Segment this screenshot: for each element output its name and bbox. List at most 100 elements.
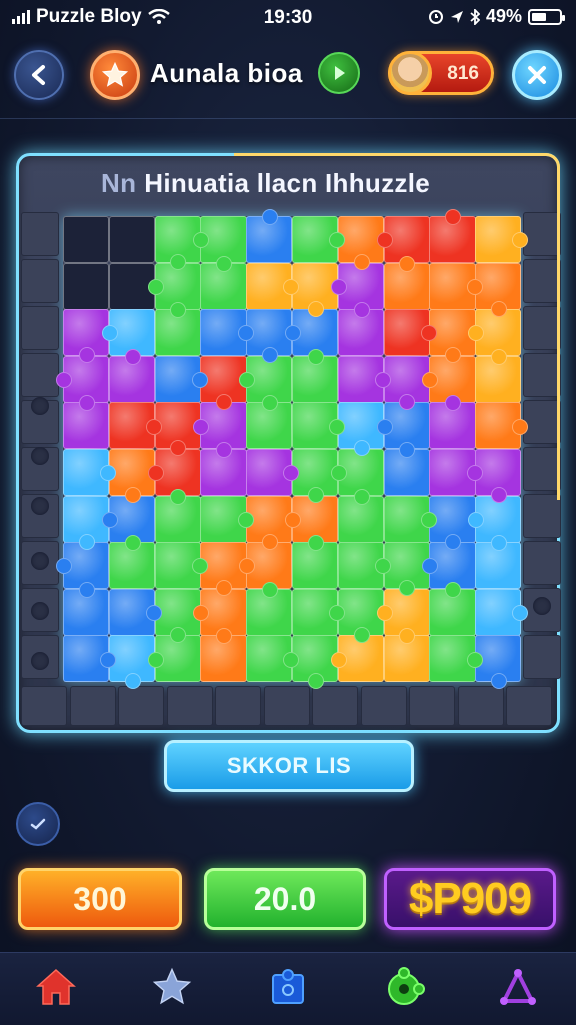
piece-tab bbox=[262, 581, 279, 598]
puzzle-piece[interactable] bbox=[108, 535, 156, 590]
puzzle-piece[interactable] bbox=[292, 348, 339, 403]
puzzle-piece[interactable] bbox=[475, 348, 522, 403]
puzzle-piece[interactable] bbox=[337, 542, 392, 590]
puzzle-piece[interactable] bbox=[200, 442, 247, 497]
piece-tab bbox=[170, 488, 187, 505]
tray-slot bbox=[523, 541, 561, 585]
puzzle-piece[interactable] bbox=[292, 535, 339, 590]
piece-tab bbox=[101, 325, 118, 342]
puzzle-piece[interactable] bbox=[246, 395, 293, 450]
puzzle-piece[interactable] bbox=[475, 535, 522, 590]
puzzle-piece[interactable] bbox=[246, 449, 300, 497]
submit-button[interactable]: SKKOR LIS bbox=[164, 740, 414, 792]
puzzle-piece[interactable] bbox=[108, 588, 163, 636]
piece-tab bbox=[353, 488, 370, 505]
tray-slot bbox=[523, 259, 561, 303]
puzzle-piece[interactable] bbox=[246, 209, 293, 264]
puzzle-piece[interactable] bbox=[383, 442, 430, 497]
puzzle-piece[interactable] bbox=[63, 449, 117, 497]
puzzle-piece[interactable] bbox=[383, 255, 430, 310]
puzzle-piece[interactable] bbox=[337, 302, 385, 357]
nav-profile[interactable] bbox=[494, 963, 542, 1011]
puzzle-piece[interactable] bbox=[292, 402, 346, 450]
next-button[interactable] bbox=[318, 52, 360, 94]
puzzle-piece[interactable] bbox=[108, 348, 156, 403]
puzzle-grid[interactable] bbox=[56, 209, 529, 690]
puzzle-piece[interactable] bbox=[475, 402, 529, 450]
home-icon bbox=[36, 968, 76, 1005]
puzzle-piece[interactable] bbox=[246, 635, 300, 683]
chevron-left-icon bbox=[32, 65, 45, 85]
puzzle-piece[interactable] bbox=[63, 581, 110, 636]
piece-tab bbox=[216, 628, 233, 645]
puzzle-piece[interactable] bbox=[292, 588, 346, 636]
piece-tab bbox=[146, 418, 163, 435]
puzzle-piece[interactable] bbox=[108, 402, 163, 450]
puzzle-piece[interactable] bbox=[429, 449, 483, 497]
tray-slot bbox=[457, 686, 504, 726]
puzzle-piece[interactable] bbox=[383, 628, 430, 683]
coins-counter[interactable]: $P909 bbox=[384, 868, 556, 930]
puzzle-piece[interactable] bbox=[292, 216, 346, 264]
piece-tab bbox=[101, 511, 118, 528]
piece-tab bbox=[193, 418, 210, 435]
back-button[interactable] bbox=[14, 50, 64, 100]
piece-tab bbox=[420, 511, 437, 528]
piece-tab bbox=[285, 325, 301, 342]
puzzle-piece[interactable] bbox=[246, 581, 293, 636]
battery-percent: 49% bbox=[485, 6, 522, 26]
puzzle-piece[interactable] bbox=[475, 588, 529, 636]
puzzle-piece[interactable] bbox=[429, 635, 483, 683]
puzzle-piece[interactable] bbox=[154, 355, 208, 403]
tray-slot bbox=[523, 212, 561, 256]
puzzle-piece[interactable] bbox=[200, 255, 247, 310]
tray-peg bbox=[31, 397, 49, 415]
puzzle-piece[interactable] bbox=[429, 262, 483, 310]
tray-peg bbox=[31, 497, 49, 515]
puzzle-piece[interactable] bbox=[383, 495, 437, 543]
puzzle-piece[interactable] bbox=[63, 395, 110, 450]
puzzle-box-icon bbox=[272, 969, 304, 1004]
moves-counter[interactable]: 300 bbox=[18, 868, 182, 930]
puzzle-piece[interactable] bbox=[63, 262, 110, 310]
puzzle-piece[interactable] bbox=[200, 309, 254, 357]
favorite-button[interactable] bbox=[90, 50, 140, 100]
piece-tab bbox=[262, 533, 279, 550]
puzzle-piece[interactable] bbox=[108, 216, 156, 264]
puzzle-piece[interactable] bbox=[200, 495, 254, 543]
puzzle-piece[interactable] bbox=[246, 262, 300, 310]
time-counter[interactable]: 20.0 bbox=[204, 868, 366, 930]
nav-home[interactable] bbox=[32, 963, 80, 1011]
puzzle-piece[interactable] bbox=[383, 309, 437, 357]
puzzle-piece[interactable] bbox=[154, 488, 201, 543]
nav-puzzles[interactable] bbox=[264, 963, 312, 1011]
piece-tab bbox=[237, 511, 254, 528]
puzzle-piece[interactable] bbox=[154, 542, 208, 590]
piece-tab bbox=[307, 348, 324, 365]
player-score: 816 bbox=[447, 63, 479, 84]
bluetooth-icon bbox=[470, 8, 480, 25]
puzzle-piece[interactable] bbox=[154, 302, 201, 357]
piece-tab bbox=[491, 348, 508, 365]
puzzle-piece[interactable] bbox=[63, 635, 117, 683]
puzzle-piece[interactable] bbox=[429, 209, 476, 264]
avatar bbox=[388, 51, 432, 95]
puzzle-piece[interactable] bbox=[337, 355, 392, 403]
puzzle-piece[interactable] bbox=[429, 581, 476, 636]
nav-shop[interactable] bbox=[380, 963, 428, 1011]
puzzle-piece[interactable] bbox=[429, 395, 476, 450]
level-title: Aunala bioa bbox=[150, 58, 303, 88]
piece-tab bbox=[330, 651, 347, 668]
piece-tab bbox=[491, 535, 508, 552]
nav-favorites[interactable] bbox=[148, 963, 196, 1011]
player-score-pill[interactable]: 816 bbox=[388, 51, 494, 95]
close-button[interactable] bbox=[512, 50, 562, 100]
tray-slot bbox=[118, 686, 164, 726]
puzzle-piece[interactable] bbox=[337, 488, 385, 543]
puzzle-piece[interactable] bbox=[475, 216, 529, 264]
piece-tab bbox=[191, 372, 208, 389]
hint-button[interactable] bbox=[16, 802, 60, 846]
puzzle-piece[interactable] bbox=[200, 628, 247, 683]
piece-tab bbox=[445, 209, 462, 225]
puzzle-piece[interactable] bbox=[63, 216, 110, 264]
